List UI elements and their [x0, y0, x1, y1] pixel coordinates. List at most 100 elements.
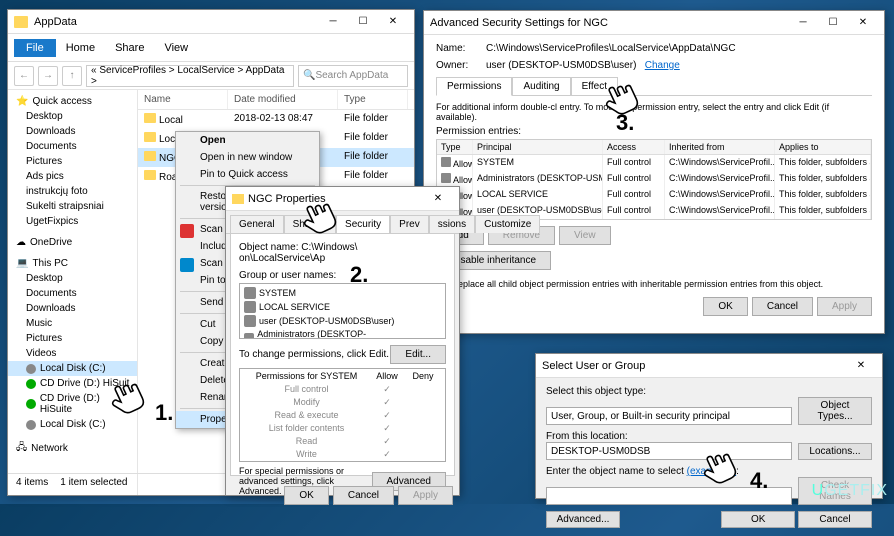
location-label: From this location:: [546, 431, 872, 442]
sidebar-item[interactable]: Desktop: [8, 271, 137, 286]
close-button[interactable]: ✕: [378, 12, 408, 32]
sidebar-item[interactable]: instrukcjų foto: [8, 184, 137, 199]
location-field[interactable]: [546, 442, 792, 460]
ok-button[interactable]: OK: [703, 297, 747, 316]
col-name[interactable]: Name: [138, 90, 228, 109]
table-row[interactable]: AllowSYSTEMFull controlC:\Windows\Servic…: [437, 155, 871, 171]
advanced-security-dialog: Advanced Security Settings for NGC ─ ☐ ✕…: [423, 10, 885, 334]
sidebar-item[interactable]: Downloads: [8, 301, 137, 316]
object-types-button[interactable]: Object Types...: [798, 397, 872, 425]
sidebar-drive[interactable]: CD Drive (D:) HiSuite: [8, 391, 137, 417]
sidebar-item[interactable]: Desktop: [8, 109, 137, 124]
file-row[interactable]: Local2018-02-13 08:47File folder: [138, 110, 414, 129]
file-tab[interactable]: File: [14, 39, 56, 57]
minimize-button[interactable]: ─: [318, 12, 348, 32]
user-item[interactable]: user (DESKTOP-USM0DSB\user): [242, 314, 443, 328]
cancel-button[interactable]: Cancel: [798, 511, 872, 528]
tab-sharing[interactable]: Sharing: [284, 215, 336, 233]
sidebar-drive[interactable]: Local Disk (C:): [8, 417, 137, 432]
menu-item[interactable]: Pin to Quick access: [176, 166, 319, 183]
up-button[interactable]: ↑: [62, 66, 82, 86]
close-button[interactable]: ✕: [423, 189, 453, 209]
menu-item[interactable]: Open: [176, 132, 319, 149]
ok-button[interactable]: OK: [284, 486, 328, 505]
explorer-titlebar: AppData ─ ☐ ✕: [8, 10, 414, 34]
this-pc[interactable]: 💻 This PC: [8, 256, 137, 271]
share-menu[interactable]: Share: [105, 39, 154, 57]
user-item[interactable]: Administrators (DESKTOP-USM0DSB\Administ…: [242, 328, 443, 339]
sidebar-item[interactable]: Documents: [8, 139, 137, 154]
tab-prev[interactable]: Prev: [390, 215, 429, 233]
cancel-button[interactable]: Cancel: [752, 297, 813, 316]
entries-label: Permission entries:: [436, 126, 872, 137]
locations-button[interactable]: Locations...: [798, 443, 872, 460]
select-user-dialog: Select User or Group ✕ Select this objec…: [535, 353, 883, 499]
status-selected: 1 item selected: [60, 477, 127, 492]
home-menu[interactable]: Home: [56, 39, 105, 57]
search-input[interactable]: 🔍 Search AppData: [298, 65, 408, 87]
sidebar-item[interactable]: Pictures: [8, 331, 137, 346]
apply-button[interactable]: Apply: [398, 486, 453, 505]
apply-button[interactable]: Apply: [817, 297, 872, 316]
forward-button[interactable]: →: [38, 66, 58, 86]
watermark: UUGETFIXGETFIX: [812, 482, 888, 500]
menu-item[interactable]: Open in new window: [176, 149, 319, 166]
tab-effect[interactable]: Effect: [571, 77, 618, 95]
sidebar-item[interactable]: Pictures: [8, 154, 137, 169]
tab-auditing[interactable]: Auditing: [512, 77, 570, 95]
col-date[interactable]: Date modified: [228, 90, 338, 109]
user-item[interactable]: LOCAL SERVICE: [242, 300, 443, 314]
sidebar-drive[interactable]: Local Disk (C:): [8, 361, 137, 376]
info-text: For additional inform double-cl entry. T…: [436, 102, 872, 122]
view-menu[interactable]: View: [154, 39, 198, 57]
sidebar-item[interactable]: UgetFixpics: [8, 214, 137, 229]
table-row[interactable]: AllowAdministrators (DESKTOP-USM0...Full…: [437, 171, 871, 187]
change-owner-link[interactable]: Change: [645, 60, 680, 71]
tab-general[interactable]: General: [230, 215, 284, 233]
folder-icon: [14, 16, 28, 28]
sidebar-item[interactable]: Videos: [8, 346, 137, 361]
network[interactable]: 🖧 Network: [8, 438, 137, 459]
advsec-title: Advanced Security Settings for NGC: [430, 17, 788, 29]
explorer-sidebar: ⭐ Quick access DesktopDownloadsDocuments…: [8, 90, 138, 495]
status-count: 4 items: [16, 477, 48, 492]
sidebar-item[interactable]: Documents: [8, 286, 137, 301]
tab-permissions[interactable]: Permissions: [436, 77, 512, 96]
breadcrumb[interactable]: « ServiceProfiles > LocalService > AppDa…: [86, 65, 294, 87]
maximize-button[interactable]: ☐: [348, 12, 378, 32]
object-type-field[interactable]: [546, 407, 792, 425]
advanced-button[interactable]: Advanced...: [546, 511, 620, 528]
tab-security[interactable]: Security: [336, 215, 390, 233]
sidebar-drive[interactable]: CD Drive (D:) HiSuit: [8, 376, 137, 391]
permission-entries-table[interactable]: Type Principal Access Inherited from App…: [436, 139, 872, 220]
minimize-button[interactable]: ─: [788, 13, 818, 33]
quick-access[interactable]: ⭐ Quick access: [8, 94, 137, 109]
sidebar-item[interactable]: Downloads: [8, 124, 137, 139]
sidebar-item[interactable]: Sukelti straipsniai: [8, 199, 137, 214]
maximize-button[interactable]: ☐: [818, 13, 848, 33]
object-name-label: Object name:: [239, 242, 298, 253]
folder-icon: [232, 194, 244, 204]
ok-button[interactable]: OK: [721, 511, 795, 528]
user-list[interactable]: SYSTEMLOCAL SERVICEuser (DESKTOP-USM0DSB…: [239, 283, 446, 339]
close-button[interactable]: ✕: [846, 356, 876, 376]
table-row[interactable]: AllowLOCAL SERVICEFull controlC:\Windows…: [437, 187, 871, 203]
view-button[interactable]: View: [559, 226, 611, 245]
cancel-button[interactable]: Cancel: [333, 486, 394, 505]
tab-ssions[interactable]: ssions: [429, 215, 475, 233]
back-button[interactable]: ←: [14, 66, 34, 86]
onedrive[interactable]: ☁ OneDrive: [8, 235, 137, 250]
sidebar-item[interactable]: Music: [8, 316, 137, 331]
close-button[interactable]: ✕: [848, 13, 878, 33]
col-type[interactable]: Type: [338, 90, 408, 109]
edit-button[interactable]: Edit...: [390, 345, 446, 364]
annotation-2: 2.: [350, 262, 368, 288]
object-type-label: Select this object type:: [546, 386, 872, 397]
tab-customize[interactable]: Customize: [475, 215, 540, 233]
user-item[interactable]: SYSTEM: [242, 286, 443, 300]
sidebar-item[interactable]: Ads pics: [8, 169, 137, 184]
seluser-title: Select User or Group: [542, 360, 846, 372]
name-value: C:\Windows\ServiceProfiles\LocalService\…: [486, 43, 736, 54]
name-label: Name:: [436, 43, 486, 54]
examples-link[interactable]: (examples): [687, 466, 736, 477]
